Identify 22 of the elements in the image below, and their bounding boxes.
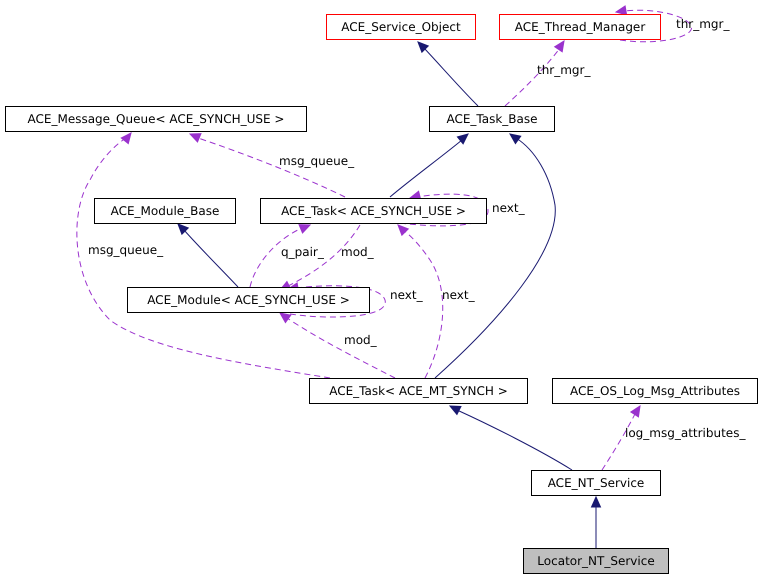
class-node[interactable]: ACE_Task_Base: [429, 106, 555, 132]
class-node[interactable]: ACE_Thread_Manager: [499, 14, 661, 40]
edge-label: thr_mgr_: [676, 18, 730, 30]
edge-label: next_: [442, 289, 475, 301]
edge-label: thr_mgr_: [537, 64, 590, 76]
edge-label: q_pair_: [281, 246, 324, 258]
class-node[interactable]: ACE_Module< ACE_SYNCH_USE >: [127, 287, 370, 313]
edge-label: mod_: [344, 334, 377, 346]
edge-label: msg_queue_: [279, 155, 354, 167]
class-node[interactable]: ACE_Service_Object: [326, 14, 476, 40]
class-node[interactable]: Locator_NT_Service: [523, 548, 669, 574]
edge-label: next_: [492, 202, 525, 214]
edge-label: mod_: [341, 246, 374, 258]
edge-label: next_: [390, 289, 423, 301]
edge-label: msg_queue_: [88, 244, 164, 256]
class-node[interactable]: ACE_OS_Log_Msg_Attributes: [552, 378, 758, 404]
class-node[interactable]: ACE_Task< ACE_MT_SYNCH >: [309, 378, 528, 404]
class-node[interactable]: ACE_Message_Queue< ACE_SYNCH_USE >: [5, 106, 307, 132]
class-node[interactable]: ACE_NT_Service: [531, 470, 661, 496]
edge-label: log_msg_attributes_: [625, 427, 746, 439]
class-node[interactable]: ACE_Module_Base: [94, 198, 236, 224]
class-node[interactable]: ACE_Task< ACE_SYNCH_USE >: [260, 198, 487, 224]
